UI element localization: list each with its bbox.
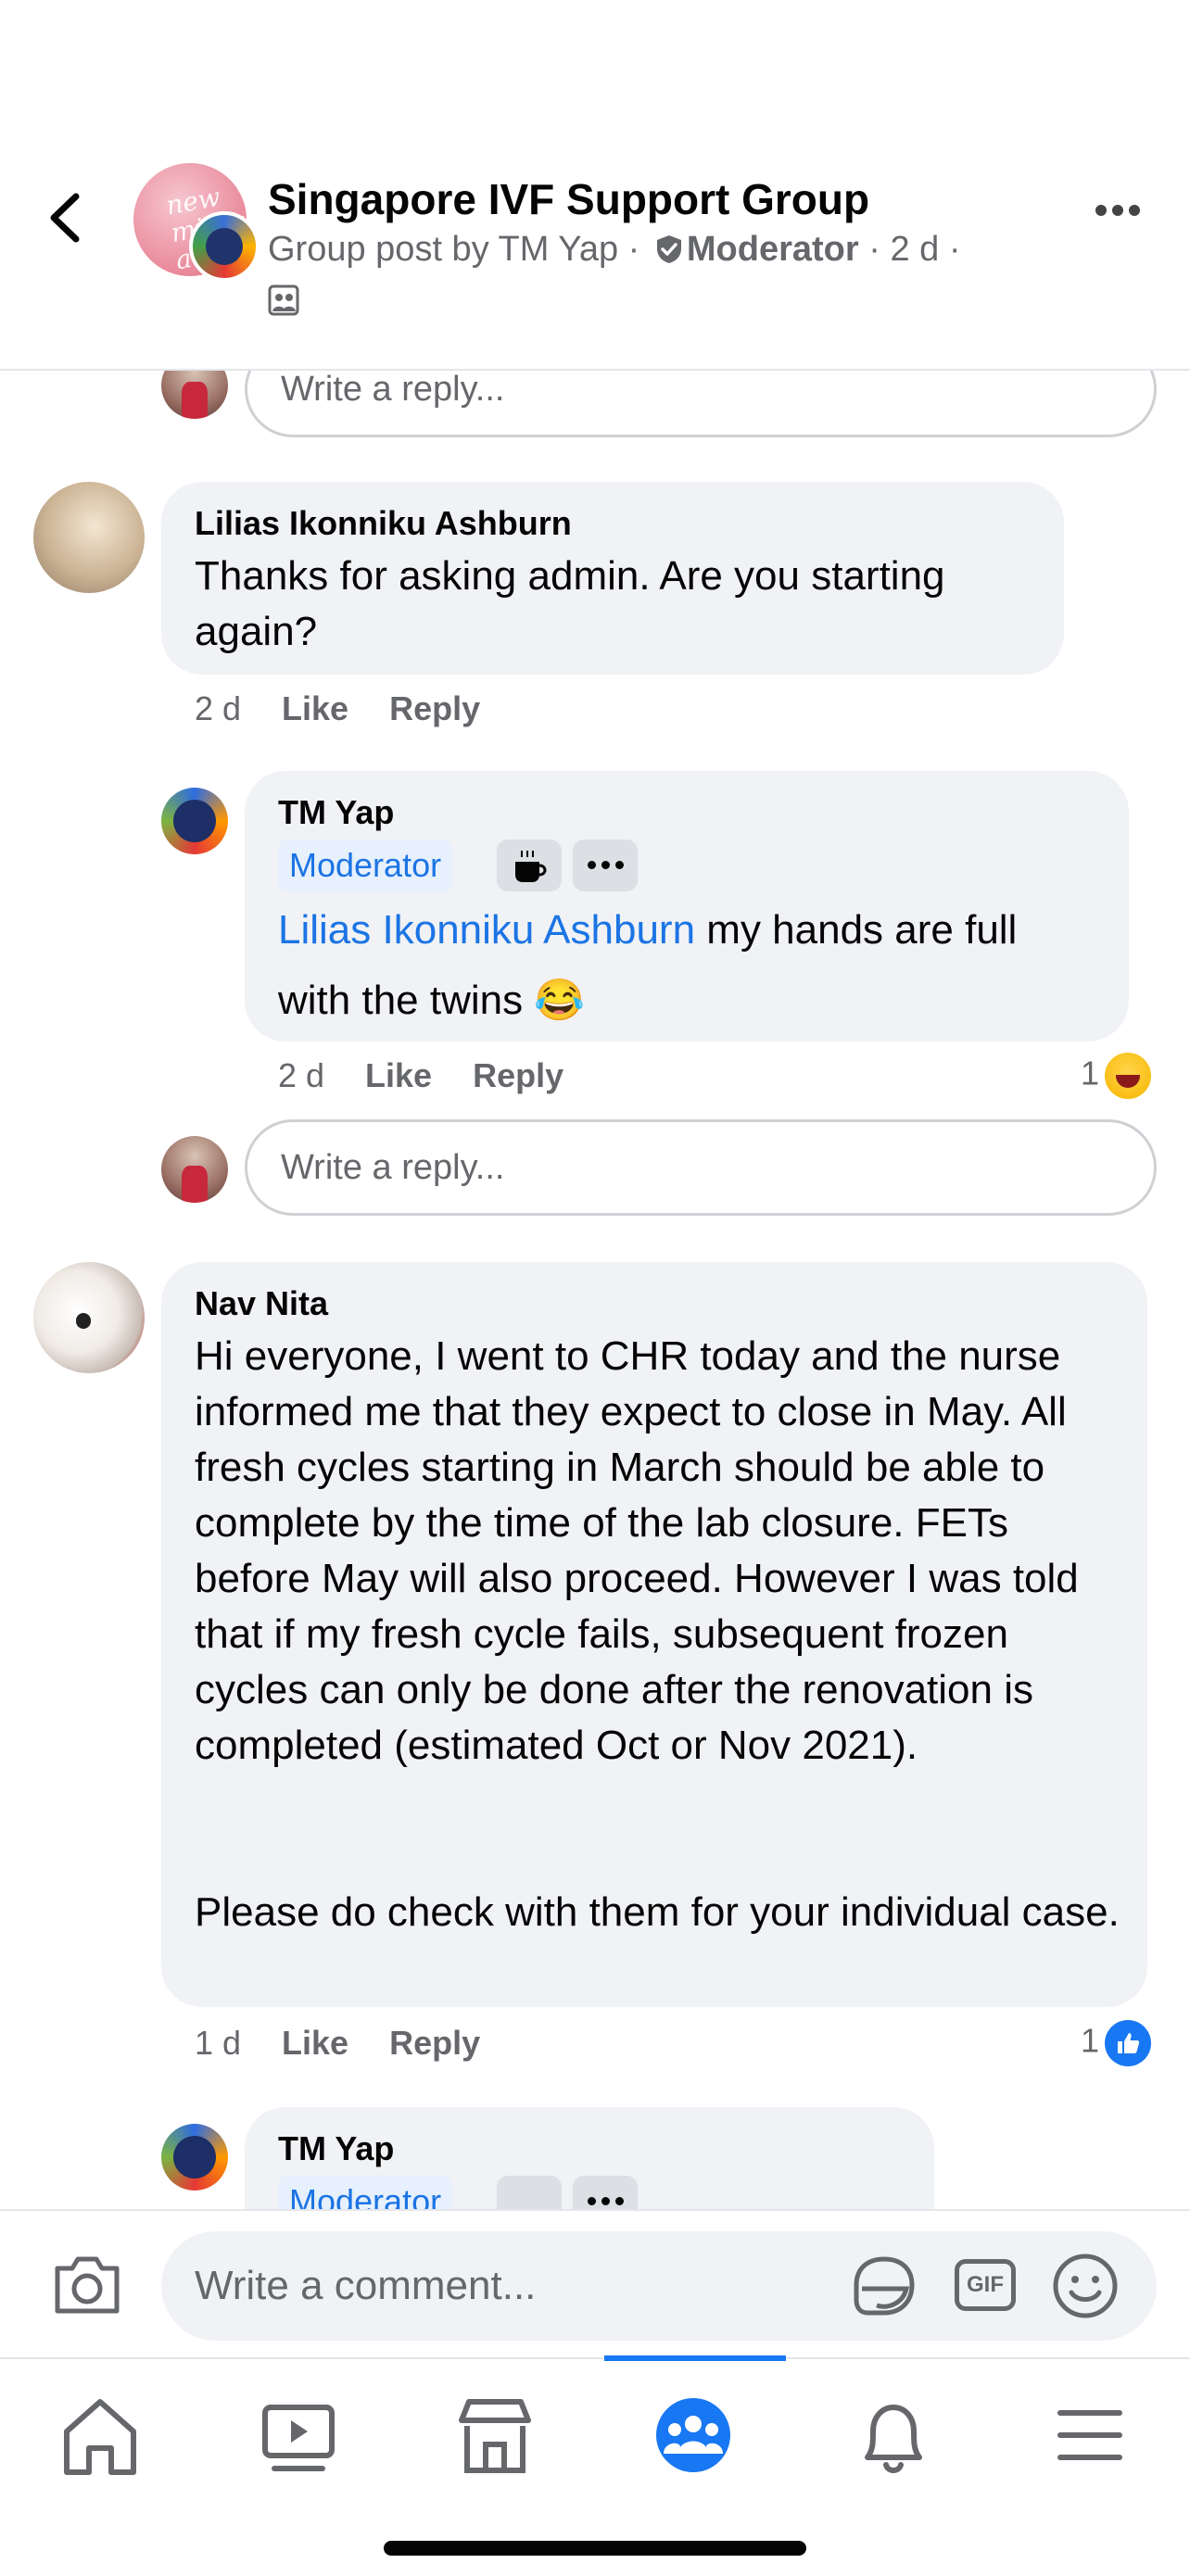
back-arrow-icon[interactable] <box>39 185 95 250</box>
reaction-count: 1 <box>1081 1054 1100 1092</box>
reply-button[interactable]: Reply <box>389 689 480 727</box>
gif-label: GIF <box>967 2272 1004 2297</box>
moderator-shield-icon <box>656 235 681 263</box>
post-subtitle: Group post by TM Yap · Moderator · 2 d · <box>268 230 961 270</box>
mention-link[interactable]: Lilias Ikonniku Ashburn <box>278 907 695 953</box>
comment-bubble: Nav Nita Hi everyone, I went to CHR toda… <box>161 1262 1147 2007</box>
author-avatar[interactable] <box>189 211 260 282</box>
reply-button[interactable]: Reply <box>389 2024 480 2062</box>
separator: · <box>868 230 880 269</box>
haha-reaction-icon <box>1105 1053 1152 1099</box>
group-name[interactable]: Singapore IVF Support Group <box>268 174 869 224</box>
comment-placeholder: Write a comment... <box>195 2263 537 2308</box>
comment-time[interactable]: 1 d <box>195 2024 241 2062</box>
current-user-avatar <box>161 1136 228 1203</box>
menu-icon[interactable] <box>1034 2380 1146 2491</box>
comment-author[interactable]: Lilias Ikonniku Ashburn <box>195 504 572 543</box>
commenter-avatar[interactable] <box>161 788 228 854</box>
commenter-avatar[interactable] <box>33 482 145 593</box>
comment-time[interactable]: 2 d <box>278 1056 324 1094</box>
moderator-label: Moderator <box>686 230 859 269</box>
comment-author[interactable]: TM Yap <box>278 793 394 832</box>
active-tab-indicator <box>604 2355 786 2361</box>
comment-text-2: Please do check with them for your indiv… <box>195 1889 1120 1935</box>
group-privacy-icon <box>268 284 299 316</box>
comment-actions: 2 d Like Reply <box>195 689 480 728</box>
comment-actions: 1 d Like Reply <box>195 2024 480 2063</box>
groups-icon[interactable] <box>638 2380 749 2491</box>
comment-author[interactable]: TM Yap <box>278 2129 394 2168</box>
like-button[interactable]: Like <box>282 689 348 727</box>
more-options-icon[interactable] <box>1095 204 1151 237</box>
comment-bubble: Lilias Ikonniku Ashburn Thanks for askin… <box>161 482 1064 675</box>
like-reaction-icon <box>1105 2020 1152 2066</box>
reply-input[interactable]: Write a reply... <box>245 1119 1157 1216</box>
reaction-count: 1 <box>1081 2021 1100 2060</box>
gif-button[interactable]: GIF <box>955 2259 1016 2311</box>
comment-composer: Write a comment... GIF <box>0 2209 1190 2359</box>
home-icon[interactable] <box>44 2380 156 2491</box>
home-indicator[interactable] <box>384 2541 806 2556</box>
comment-text: Thanks for asking admin. Are you startin… <box>195 553 945 654</box>
comment-text: Hi everyone, I went to CHR today and the… <box>195 1333 1079 1768</box>
moderator-badge[interactable]: Moderator <box>278 840 453 891</box>
comment-input[interactable]: Write a comment... GIF <box>161 2231 1157 2341</box>
reaction-summary[interactable]: 1 <box>1081 2020 1152 2066</box>
more-badges-icon[interactable] <box>573 840 638 891</box>
emoji-icon[interactable] <box>1051 2252 1120 2320</box>
group-post-header: new miracle a life Singapore IVF Support… <box>0 0 1190 371</box>
sticker-icon[interactable] <box>849 2254 919 2320</box>
like-button[interactable]: Like <box>365 1056 432 1094</box>
bell-icon[interactable] <box>838 2380 949 2491</box>
store-icon[interactable] <box>439 2380 551 2491</box>
commenter-avatar[interactable] <box>33 1262 145 1373</box>
commenter-avatar[interactable] <box>161 2124 228 2191</box>
coffee-badge-icon[interactable] <box>497 840 562 891</box>
like-button[interactable]: Like <box>282 2024 348 2062</box>
separator: · <box>948 230 961 269</box>
comment-time[interactable]: 2 d <box>195 689 241 727</box>
reaction-summary[interactable]: 1 <box>1081 1053 1152 1099</box>
separator: · <box>627 230 640 269</box>
video-icon[interactable] <box>243 2380 354 2491</box>
post-author[interactable]: Group post by TM Yap <box>268 230 618 269</box>
post-time[interactable]: 2 d <box>890 230 939 269</box>
comment-text: Lilias Ikonniku Ashburn my hands are ful… <box>278 895 1094 1036</box>
reply-button[interactable]: Reply <box>473 1056 563 1094</box>
comment-author[interactable]: Nav Nita <box>195 1284 328 1323</box>
camera-icon[interactable] <box>50 2250 124 2320</box>
comment-bubble: TM Yap Moderator Lilias Ikonniku Ashburn… <box>245 771 1129 1042</box>
comment-actions: 2 d Like Reply <box>278 1056 563 1095</box>
